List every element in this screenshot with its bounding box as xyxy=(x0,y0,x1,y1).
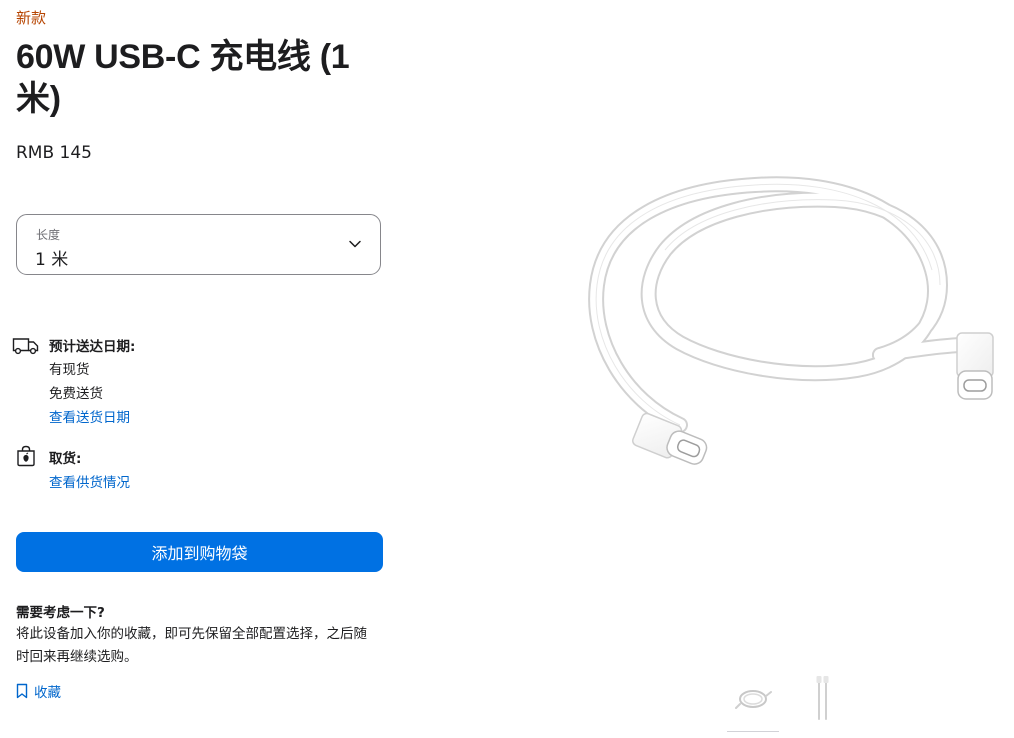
save-label: 收藏 xyxy=(34,685,61,701)
bookmark-icon xyxy=(16,683,28,699)
add-to-bag-button[interactable]: 添加到购物袋 xyxy=(16,532,383,572)
length-select[interactable]: 长度 1 米 xyxy=(16,214,381,275)
save-button[interactable]: 收藏 xyxy=(16,682,61,701)
length-label: 长度 xyxy=(36,228,61,242)
coiled-cable-thumbnail[interactable] xyxy=(727,675,779,732)
consider-title: 需要考虑一下? xyxy=(16,605,105,621)
length-value: 1 米 xyxy=(35,250,69,270)
chevron-down-icon xyxy=(349,240,361,248)
shopping-bag-icon xyxy=(17,445,35,467)
delivery-title: 预计送达日期: xyxy=(49,339,136,355)
shipping-text: 免费送货 xyxy=(49,386,103,402)
pickup-title: 取货: xyxy=(49,451,82,467)
new-badge: 新款 xyxy=(16,9,47,27)
product-price: RMB 145 xyxy=(16,143,92,163)
availability-text: 有现货 xyxy=(49,362,90,378)
check-delivery-date-link[interactable]: 查看送货日期 xyxy=(49,406,130,426)
check-availability-link[interactable]: 查看供货情况 xyxy=(49,471,130,491)
product-title: 60W USB-C 充电线 (1 米) xyxy=(16,38,350,118)
truck-icon xyxy=(12,338,39,355)
product-image xyxy=(588,176,994,465)
straight-cable-thumbnail[interactable] xyxy=(796,675,848,731)
consider-text: 将此设备加入你的收藏，即可先保留全部配置选择，之后随时回来再继续选购。 xyxy=(16,626,367,665)
